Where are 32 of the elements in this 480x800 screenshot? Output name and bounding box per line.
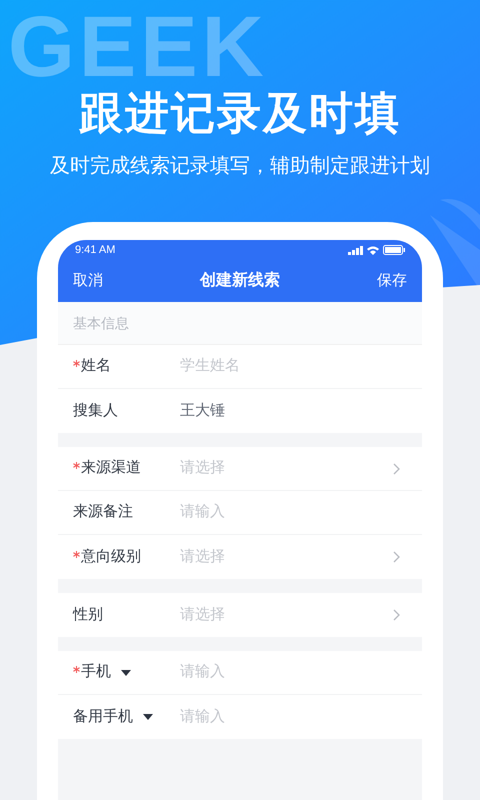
field-label: 意向级别 [81,546,141,567]
section-title: 基本信息 [73,314,129,332]
input-field[interactable]: 王大锤 [180,400,400,422]
field-label: 性别 [73,604,103,625]
field-label: 姓名 [81,356,111,376]
chevron-right-icon [393,609,400,621]
status-time: 9:41 AM [75,242,116,258]
select-field[interactable]: 请选择 [180,546,393,568]
input-field[interactable]: 请输入 [180,661,400,684]
caret-icon[interactable] [121,670,131,676]
field-label: 搜集人 [73,400,118,421]
subtitle: 及时完成线索记录填写，辅助制定跟进计划 [50,154,430,179]
field-label: 来源渠道 [81,458,141,478]
cancel-button[interactable]: 取消 [73,270,103,292]
chevron-right-icon [393,462,400,474]
battery-icon [383,245,405,255]
wifi-icon [367,246,379,254]
background-text: GEEK [8,4,268,90]
field-label: 手机 [81,662,111,682]
caret-icon[interactable] [143,714,153,720]
select-field[interactable]: 请选择 [180,604,393,626]
input-field[interactable]: 请输入 [180,706,400,728]
headline: 跟进记录及时填 [79,88,401,140]
screen-title: 创建新线索 [200,270,280,291]
signal-icon [348,246,363,254]
input-field[interactable]: 请输入 [180,501,400,524]
select-field[interactable]: 请选择 [180,457,393,480]
save-button[interactable]: 保存 [377,270,407,292]
field-label: 来源备注 [73,502,133,522]
chevron-right-icon [393,551,400,563]
input-field[interactable]: 学生姓名 [180,355,400,378]
field-label: 备用手机 [73,706,133,727]
